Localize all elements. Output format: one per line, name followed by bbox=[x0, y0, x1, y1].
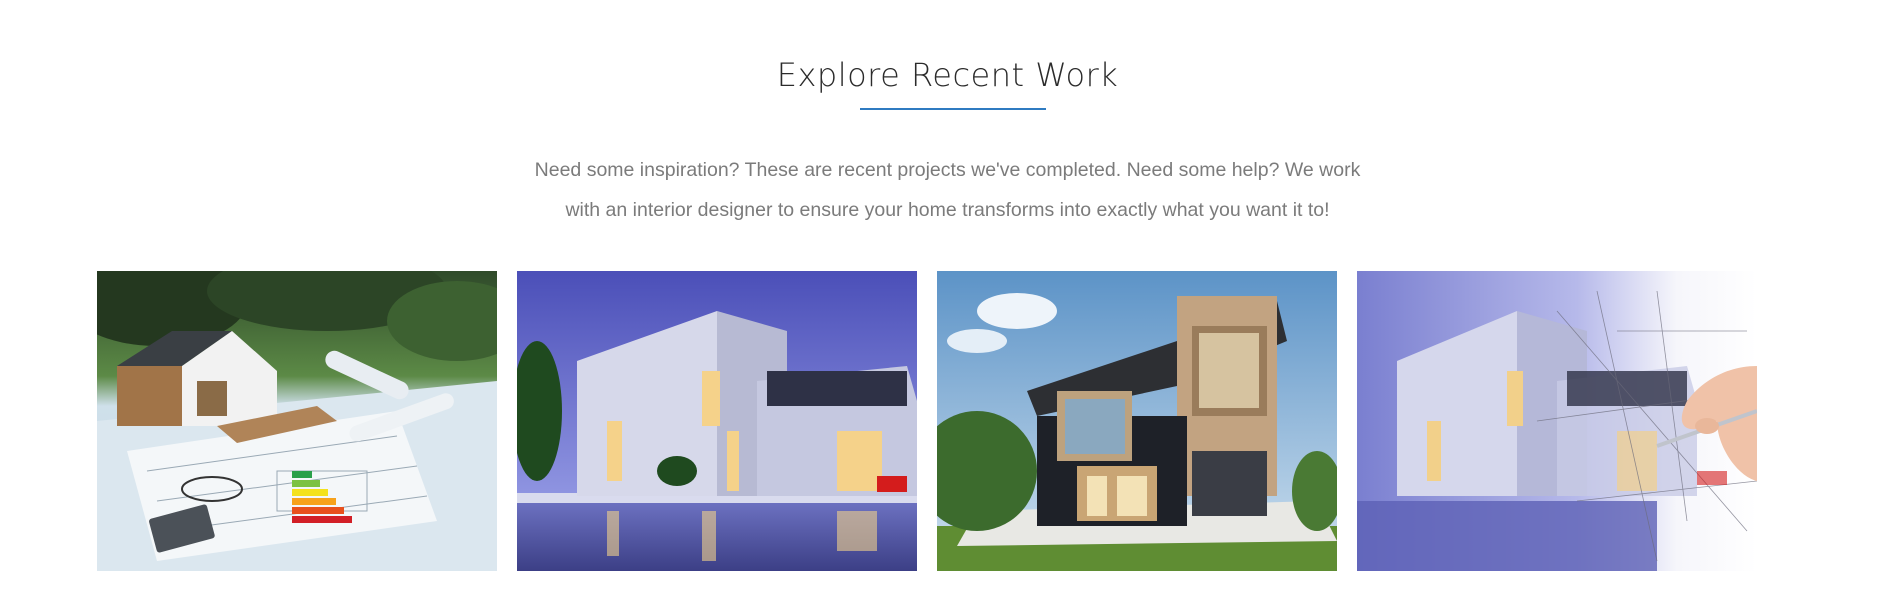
section-title: Explore Recent Work bbox=[776, 56, 1119, 94]
gallery-item-1[interactable] bbox=[97, 271, 497, 571]
villa-sketch-hand-drawing-image bbox=[1357, 271, 1757, 571]
section-intro: Need some inspiration? These are recent … bbox=[500, 150, 1395, 230]
intro-line-2: with an interior designer to ensure your… bbox=[565, 199, 1330, 221]
house-blueprint-model-image bbox=[97, 271, 497, 571]
recent-work-section: Explore Recent Work Need some inspiratio… bbox=[0, 0, 1895, 593]
gallery-item-2[interactable] bbox=[517, 271, 917, 571]
title-underline bbox=[860, 108, 1046, 110]
gallery-item-4[interactable] bbox=[1357, 271, 1757, 571]
modern-white-villa-pool-image bbox=[517, 271, 917, 571]
modern-wood-glass-house-image bbox=[937, 271, 1337, 571]
gallery-item-3[interactable] bbox=[937, 271, 1337, 571]
intro-line-1: Need some inspiration? These are recent … bbox=[534, 159, 1361, 181]
